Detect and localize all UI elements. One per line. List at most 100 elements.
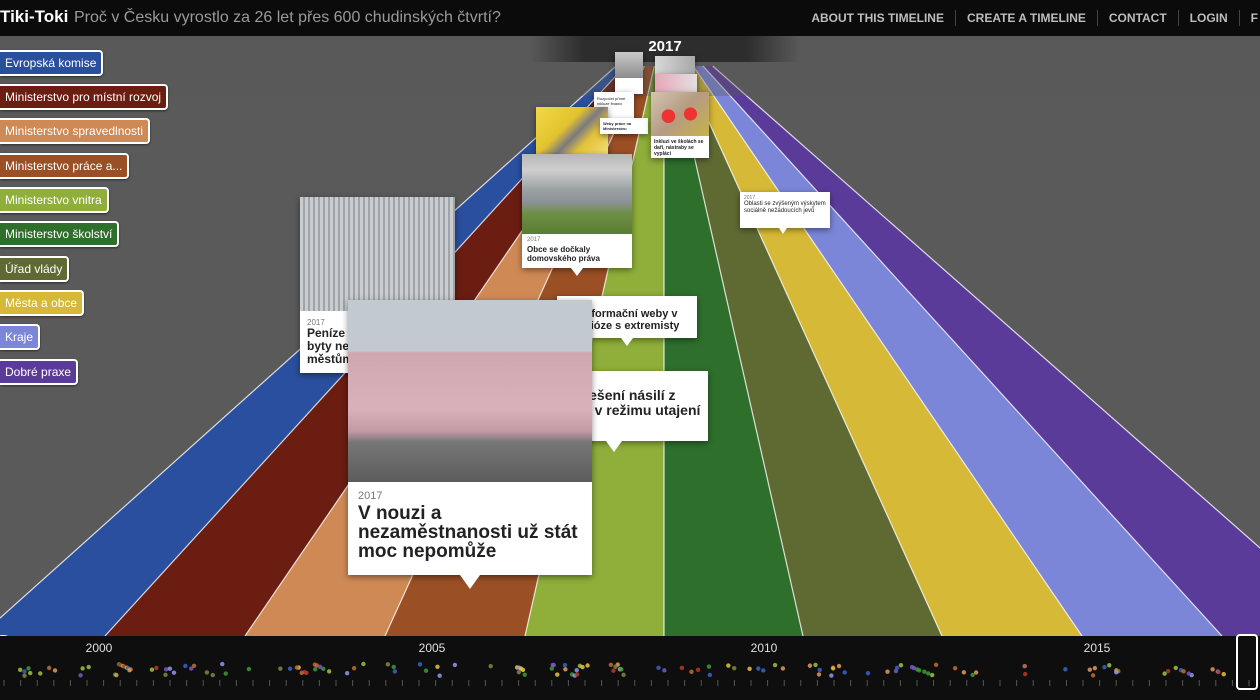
story-marker-dot — [278, 666, 283, 671]
story-marker-dot — [707, 672, 713, 678]
story-marker-dot — [287, 666, 293, 671]
story-card-domovske-pravo[interactable]: 2017 Obce se dočkaly domovského práva — [522, 154, 632, 268]
story-marker-dot — [1087, 667, 1092, 672]
timeline-navigator[interactable]: 2000 2005 2010 2015 — [0, 634, 1260, 700]
story-marker-dot — [780, 666, 786, 671]
story-marker-dot — [952, 666, 958, 671]
story-marker-dot — [563, 667, 568, 672]
story-marker-dot — [726, 663, 731, 668]
story-image — [522, 154, 632, 234]
story-marker-dot — [17, 667, 23, 673]
nav-login-link[interactable]: LOGIN — [1177, 10, 1239, 26]
story-marker-dot — [313, 667, 318, 672]
story-image — [655, 74, 697, 94]
story-marker-dot — [299, 670, 304, 676]
story-marker-dot — [78, 673, 83, 678]
category-ministerstvo-skolstvi[interactable]: Ministerstvo školství — [0, 221, 120, 247]
story-card-pointer — [606, 441, 622, 452]
story-marker-dot — [1022, 671, 1028, 677]
story-marker-dot — [183, 663, 188, 669]
story-marker-dot — [1216, 669, 1221, 675]
category-evropska-komise[interactable]: Evropská komise — [0, 50, 104, 76]
story-marker-dot — [22, 669, 27, 674]
story-marker-dot — [326, 669, 332, 674]
story-marker-dot — [518, 666, 524, 671]
story-marker-dot — [385, 662, 391, 667]
story-marker-dot — [1181, 669, 1186, 674]
app-logo[interactable]: Tiki-Toki — [0, 7, 68, 27]
story-marker-dot — [747, 666, 752, 672]
story-marker-dot — [689, 669, 694, 675]
timeline-3d-view[interactable]: 2017 Rozpočet přímé inkluze financí Weby… — [0, 36, 1260, 636]
story-marker-dot — [885, 669, 890, 674]
category-label: Ministerstvo spravedlnosti — [5, 124, 144, 138]
category-mmr[interactable]: Ministerstvo pro místní rozvoj — [0, 84, 169, 110]
category-mesta-a-obce[interactable]: Města a obce — [0, 290, 85, 316]
category-label: Ministerstvo školství — [5, 227, 113, 241]
nav-create-link[interactable]: CREATE A TIMELINE — [954, 10, 1097, 26]
story-card-featured[interactable]: 2017 V nouzi a nezaměstnanosti už stát m… — [348, 300, 592, 575]
story-marker-dot — [391, 664, 396, 670]
story-marker-dot — [344, 670, 350, 676]
story-marker-dot — [679, 665, 685, 671]
story-marker-dot — [756, 666, 761, 671]
story-marker-dot — [317, 664, 323, 670]
story-card-far-1[interactable] — [615, 52, 643, 94]
category-ministerstvo-spravedlnosti[interactable]: Ministerstvo spravedlnosti — [0, 118, 151, 144]
story-marker-dot — [1092, 665, 1098, 671]
story-headline: Inkluzi ve školách se daří, nástraby se … — [654, 139, 704, 157]
story-marker-dot — [1063, 667, 1068, 672]
story-marker-dot — [813, 662, 818, 668]
story-marker-dot — [611, 668, 616, 673]
story-marker-dot — [204, 670, 210, 675]
story-marker-dot — [656, 665, 661, 670]
story-marker-dot — [52, 668, 58, 673]
story-marker-dot — [922, 669, 927, 674]
story-marker-dot — [452, 662, 458, 668]
story-marker-dot — [836, 663, 842, 669]
story-marker-dot — [22, 673, 27, 678]
story-marker-dot — [894, 665, 900, 671]
category-label: Ministerstvo pro místní rozvoj — [5, 90, 162, 104]
category-kraje[interactable]: Kraje — [0, 324, 41, 350]
story-card-school[interactable]: Inkluzi ve školách se daří, nástraby se … — [651, 92, 709, 158]
category-ministerstvo-vnitra[interactable]: Ministerstvo vnitra — [0, 187, 109, 213]
timeline-title: Proč v Česku vyrostlo za 26 let přes 600… — [74, 9, 501, 26]
story-marker-dot — [304, 670, 309, 676]
story-marker-dot — [807, 663, 813, 668]
story-marker-dot — [929, 672, 935, 678]
story-card-far-4[interactable] — [655, 74, 697, 94]
story-image — [615, 52, 643, 78]
story-card-small-1[interactable] — [536, 107, 608, 157]
story-marker-dot — [361, 661, 366, 667]
category-ministerstvo-prace[interactable]: Ministerstvo práce a... — [0, 153, 130, 179]
axis-label-2005: 2005 — [418, 641, 446, 655]
story-marker-dot — [1114, 670, 1119, 675]
story-image — [348, 300, 592, 482]
story-marker-dot — [1107, 663, 1112, 668]
timeline-viewport-handle[interactable] — [1236, 634, 1258, 690]
nav-about-link[interactable]: ABOUT THIS TIMELINE — [800, 10, 955, 26]
nav-contact-link[interactable]: CONTACT — [1096, 10, 1178, 26]
story-image — [536, 107, 608, 157]
category-urad-vlady[interactable]: Úřad vlády — [0, 256, 70, 282]
story-headline: Rozpočet přímé inkluze financí — [597, 96, 626, 106]
story-image — [651, 92, 709, 136]
story-card-small-2[interactable]: Weby práce na Ministerstvu — [600, 118, 648, 134]
story-marker-dot — [817, 667, 822, 673]
axis-label-2010: 2010 — [750, 641, 778, 655]
story-marker-dot — [585, 663, 590, 668]
category-dobre-praxe[interactable]: Dobré praxe — [0, 359, 79, 385]
story-card-pointer — [571, 268, 583, 276]
story-marker-dot — [608, 662, 614, 667]
story-marker-dot — [223, 671, 228, 676]
axis-label-2015: 2015 — [1083, 641, 1111, 655]
story-marker-dot — [38, 671, 43, 676]
nav-more-link[interactable]: F — [1238, 10, 1260, 26]
story-markers — [17, 661, 1226, 678]
story-marker-dot — [488, 664, 493, 669]
story-card-oblasti[interactable]: 2017 Oblasti se zvýšeným výskytem sociál… — [740, 192, 830, 228]
story-marker-dot — [1090, 673, 1096, 678]
story-marker-dot — [865, 670, 871, 676]
story-marker-dot — [816, 672, 822, 677]
